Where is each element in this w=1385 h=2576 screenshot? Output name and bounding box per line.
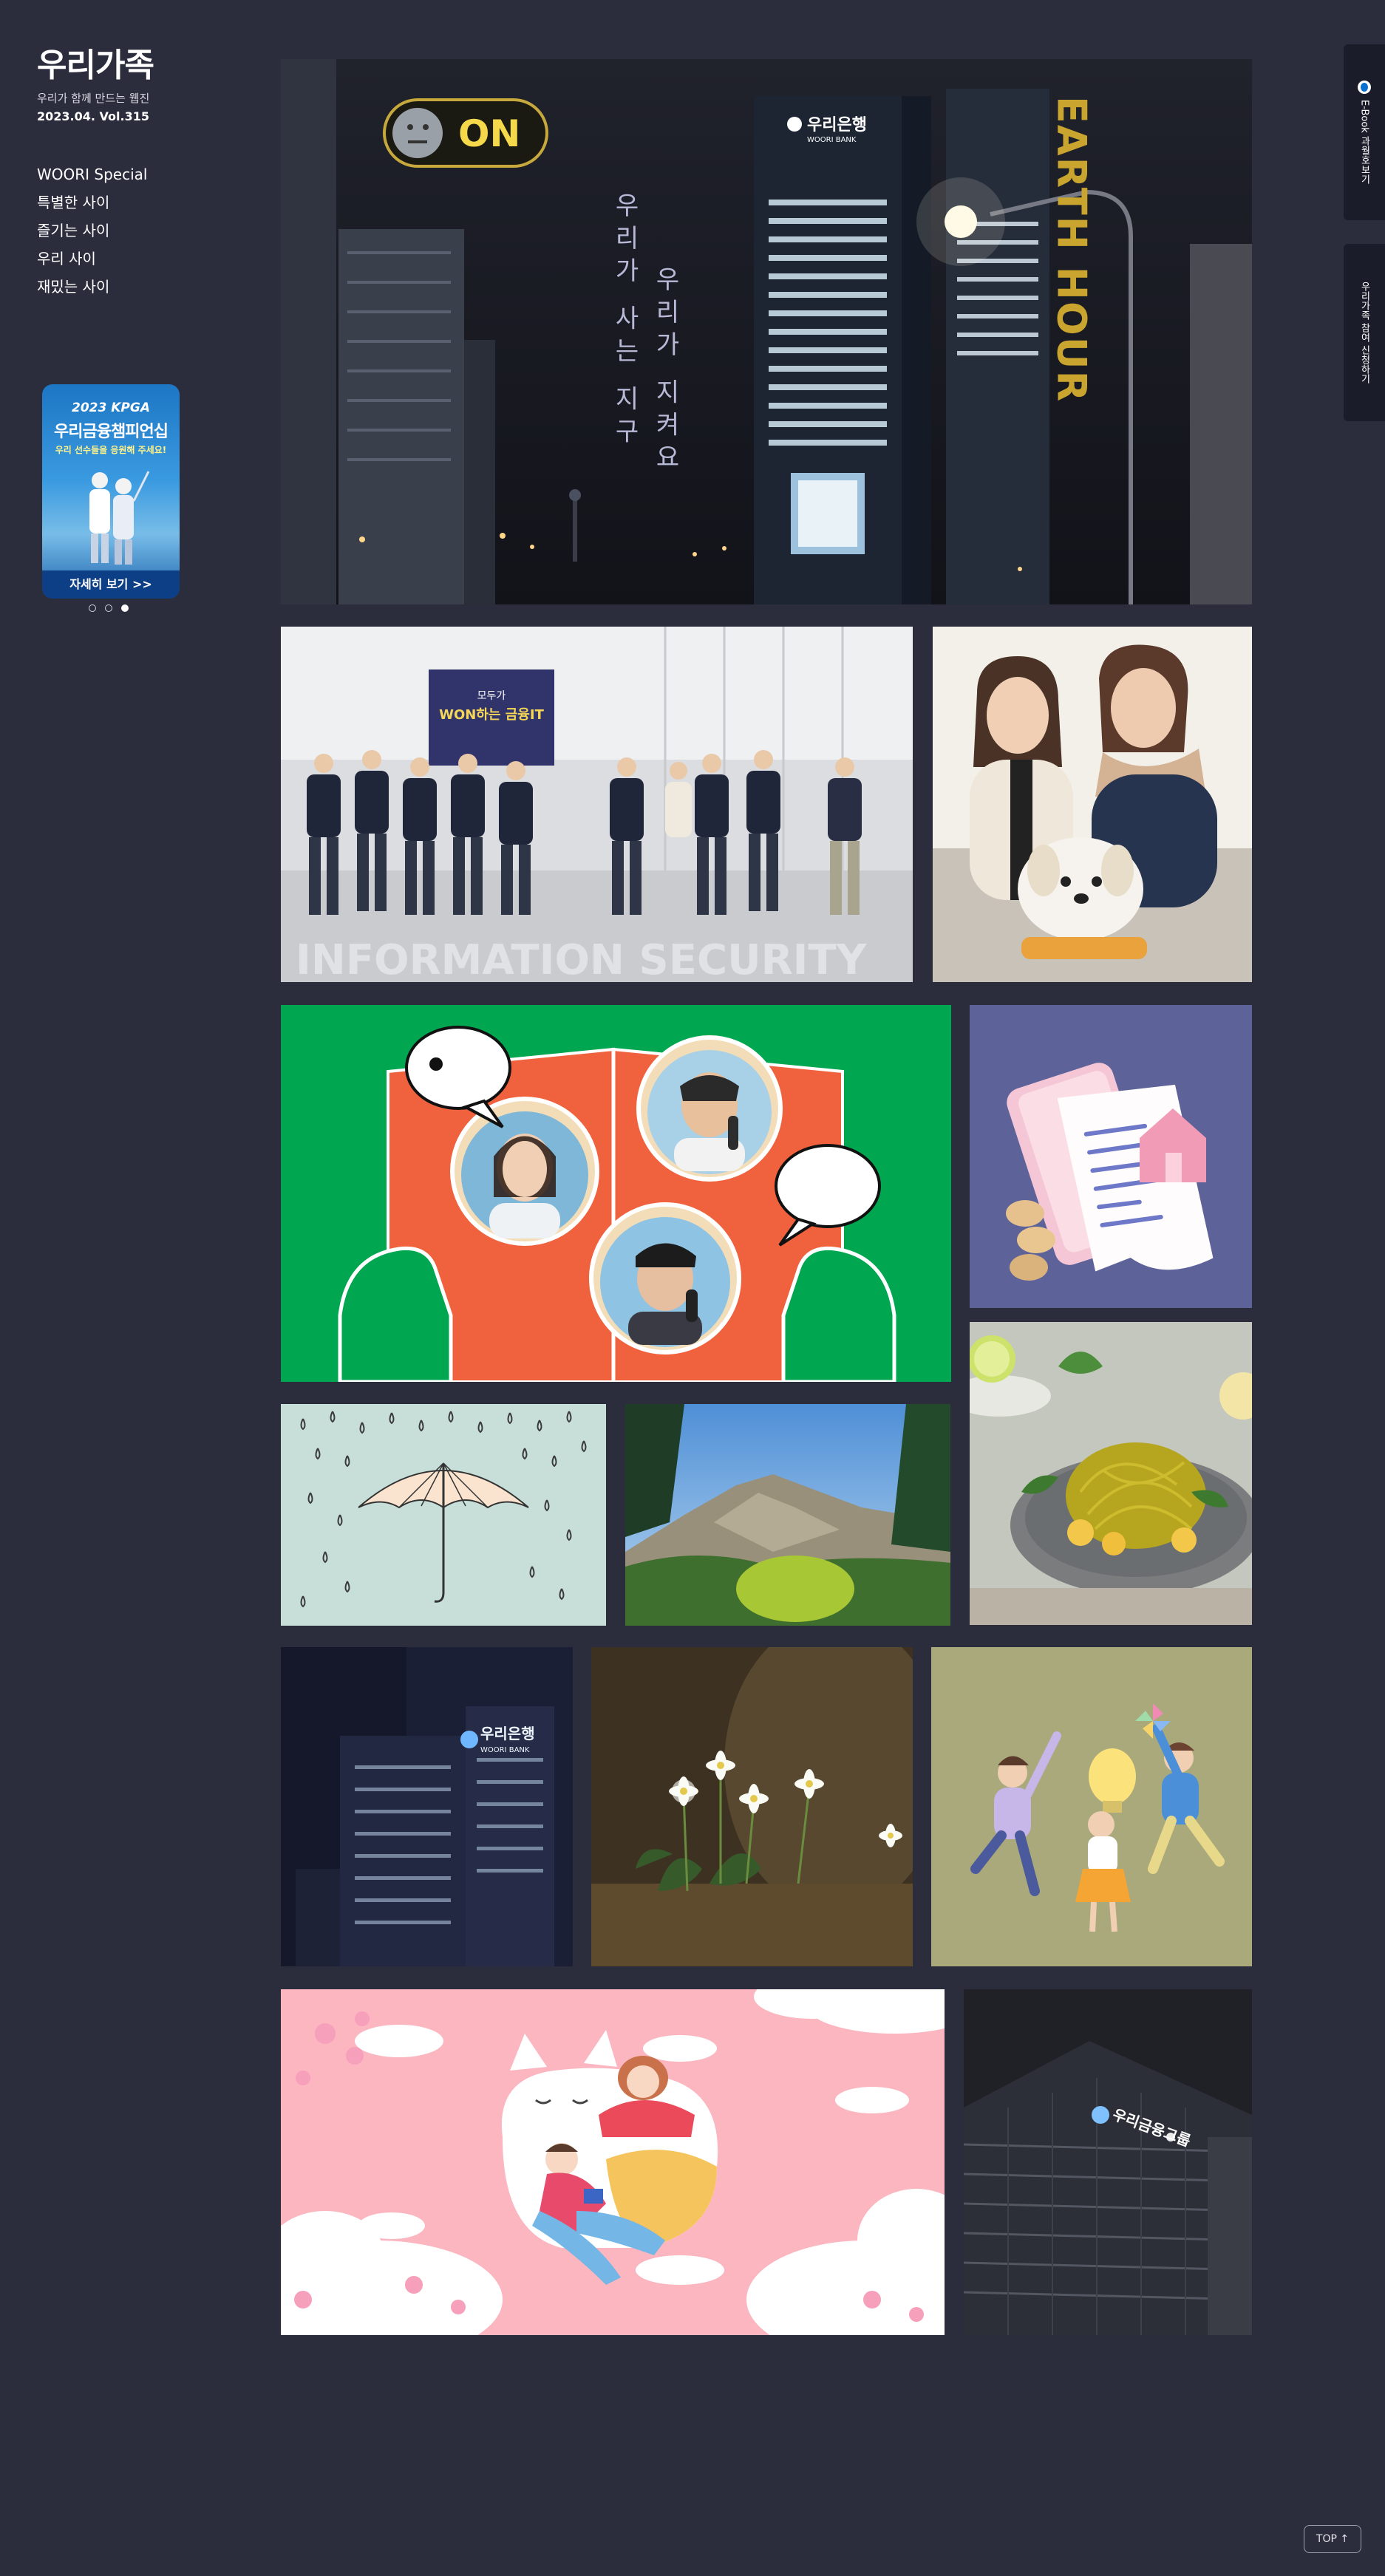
banner-more-button[interactable]: 자세히 보기 >> xyxy=(42,570,180,599)
tile-woori-financial-tower[interactable]: 우리금융그룹 xyxy=(964,1989,1252,2335)
tile-woori-bank-building[interactable]: 우리은행 WOORI BANK xyxy=(281,1647,573,1966)
tile-mother-daughter[interactable] xyxy=(933,627,1252,982)
umbrella-rain-illustration xyxy=(281,1404,606,1626)
banner-dot-1[interactable] xyxy=(89,604,96,612)
tile-earth-hour[interactable]: ON 우리은행 WOORI BANK 우리가 사는 지구 우리가 지켜요 EAR… xyxy=(281,59,1252,604)
hero-bank-sign-en: WOORI BANK xyxy=(807,136,857,144)
team-lobby-photo: 모두가 WON하는 금융IT INFORMATION SECURITY xyxy=(281,627,913,982)
nav-item-fun[interactable]: 재밌는 사이 xyxy=(37,276,147,304)
earth-hour-night-city: ON 우리은행 WOORI BANK 우리가 사는 지구 우리가 지켜요 EAR… xyxy=(281,59,1252,604)
site-tagline: 우리가 함께 만드는 웹진 xyxy=(37,92,150,105)
nav-item-our-relation[interactable]: 우리 사이 xyxy=(37,248,147,276)
tile-spring-cat[interactable] xyxy=(281,1989,945,2335)
nav-item-special-relation[interactable]: 특별한 사이 xyxy=(37,192,147,220)
tile-kids-lightbulb[interactable] xyxy=(931,1647,1252,1966)
tile-wild-flowers[interactable] xyxy=(591,1647,913,1966)
team-banner-line2: WON하는 금융IT xyxy=(439,707,544,723)
banner-pagination xyxy=(89,604,129,612)
nav-item-woori-special[interactable]: WOORI Special xyxy=(37,164,147,192)
pesto-pasta-photo xyxy=(970,1322,1252,1625)
radio-book-illustration xyxy=(281,1005,951,1382)
tile-radio-broadcast[interactable] xyxy=(281,1005,951,1382)
nav-item-enjoy[interactable]: 즐기는 사이 xyxy=(37,220,147,248)
hero-bank-sign-kr: 우리은행 xyxy=(807,116,867,134)
scroll-top-button[interactable]: TOP ↑ xyxy=(1304,2525,1361,2553)
ebook-tab-label: E-Book 과월호보기 xyxy=(1358,100,1370,184)
banner-kicker: 2023 KPGA xyxy=(72,401,150,415)
tile-umbrella[interactable] xyxy=(281,1404,606,1626)
tile-loan-document[interactable] xyxy=(970,1005,1252,1308)
hero-vertical-text-2: 우리가 지켜요 xyxy=(650,266,680,477)
team-banner-line1: 모두가 xyxy=(477,690,506,702)
banner-dot-2[interactable] xyxy=(105,604,112,612)
ebook-icon xyxy=(1358,81,1371,95)
mountain-landscape-photo xyxy=(625,1404,950,1626)
couple-cat-spring-illustration xyxy=(281,1989,945,2335)
apply-tab-label: 우리가족 참여 신청하기 xyxy=(1358,281,1370,384)
tile-pesto-pasta[interactable] xyxy=(970,1322,1252,1625)
on-badge-text: ON xyxy=(458,112,520,155)
tile-information-security[interactable]: 모두가 WON하는 금융IT INFORMATION SECURITY xyxy=(281,627,913,982)
mother-daughter-dog-photo xyxy=(933,627,1252,982)
woori-bank-night-building: 우리은행 WOORI BANK xyxy=(281,1647,573,1966)
banner-title: 우리금융챔피언십 xyxy=(54,423,169,441)
kids-lightbulb-illustration xyxy=(931,1647,1252,1966)
golfers-illustration xyxy=(89,471,150,565)
banner-dot-3[interactable] xyxy=(121,604,129,612)
woori-financial-group-building: 우리금융그룹 xyxy=(964,1989,1252,2335)
phone-document-house-illustration xyxy=(970,1005,1252,1308)
bank-sign-en: WOORI BANK xyxy=(480,1746,530,1754)
banner-subtitle: 우리 선수들을 응원해 주세요! xyxy=(55,445,167,455)
bank-sign-kr: 우리은행 xyxy=(480,1725,535,1742)
participation-apply-tab[interactable]: 우리가족 참여 신청하기 xyxy=(1344,244,1385,421)
ebook-archive-tab[interactable]: E-Book 과월호보기 xyxy=(1344,44,1385,220)
issue-number: 2023.04. Vol.315 xyxy=(37,109,149,123)
earth-hour-title: EARTH HOUR xyxy=(1049,96,1095,403)
information-security-caption: INFORMATION SECURITY xyxy=(296,936,868,982)
hero-vertical-text-1: 우리가 사는 지구 xyxy=(610,192,639,451)
main-nav: WOORI Special 특별한 사이 즐기는 사이 우리 사이 재밌는 사이 xyxy=(37,164,147,304)
kpga-banner[interactable]: 2023 KPGA 우리금융챔피언십 우리 선수들을 응원해 주세요! 자세히 … xyxy=(42,384,180,599)
site-logo[interactable]: 우리가족 xyxy=(37,38,154,86)
white-wildflowers-photo xyxy=(591,1647,913,1966)
tile-mountain[interactable] xyxy=(625,1404,950,1626)
